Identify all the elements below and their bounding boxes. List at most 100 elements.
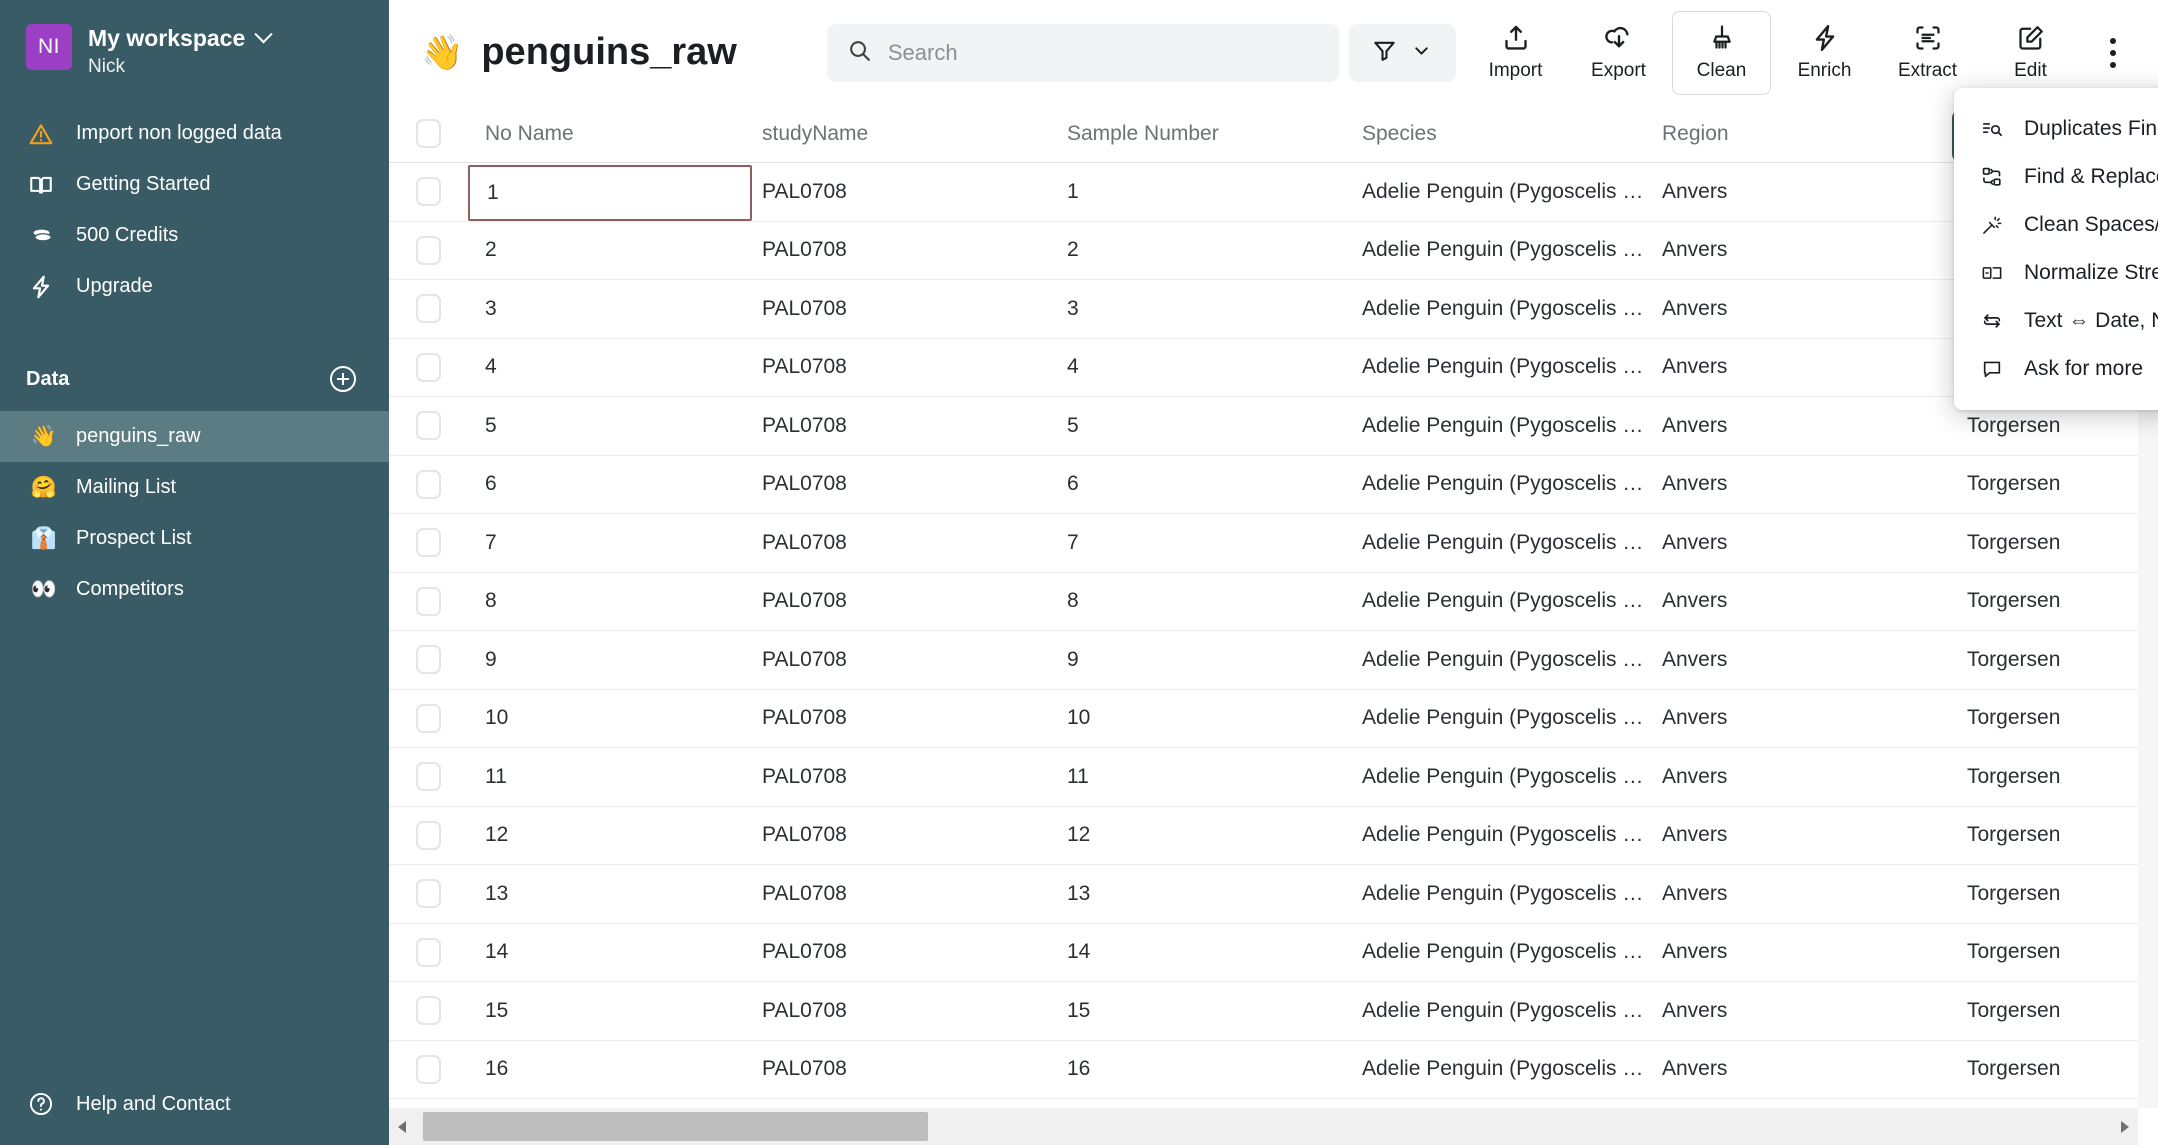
cell-no-name[interactable]: 4 [467,355,762,379]
cell-species[interactable]: Adelie Penguin (Pygoscelis … [1362,1057,1662,1081]
cell-sample-number[interactable]: 5 [1067,414,1362,438]
more-options-button[interactable] [2090,18,2136,88]
cell-sample-number[interactable]: 11 [1067,765,1362,789]
row-checkbox[interactable] [415,411,441,441]
menu-item-duplicates-finder[interactable]: Duplicates Finder [1954,105,2158,153]
cell-sample-number[interactable]: 12 [1067,823,1362,847]
horizontal-scrollbar[interactable] [389,1108,2138,1145]
cell-studyname[interactable]: PAL0708 [762,355,1067,379]
column-header-studyname[interactable]: studyName [762,122,1067,146]
cell-species[interactable]: Adelie Penguin (Pygoscelis … [1362,648,1662,672]
cell-region[interactable]: Anvers [1662,531,1967,555]
cell-sample-number[interactable]: 4 [1067,355,1362,379]
sidebar-item-credits[interactable]: 500 Credits [0,210,389,261]
cell-no-name[interactable]: 12 [467,823,762,847]
cell-island[interactable]: Torgersen [1967,589,2158,613]
cell-island[interactable]: Torgersen [1967,531,2158,555]
table-row[interactable]: 16 PAL0708 16 Adelie Penguin (Pygoscelis … A… [389,1041,2158,1099]
row-checkbox[interactable] [415,235,441,265]
table-row[interactable]: 4 PAL0708 4 Adelie Penguin (Pygoscelis … Anv… [389,339,2158,397]
extract-button[interactable]: Extract [1878,11,1977,95]
cell-region[interactable]: Anvers [1662,999,1967,1023]
selected-cell[interactable]: 1 [468,164,752,221]
cell-sample-number[interactable]: 3 [1067,297,1362,321]
import-button[interactable]: Import [1466,11,1565,95]
cell-species[interactable]: Adelie Penguin (Pygoscelis … [1362,940,1662,964]
sidebar-item-import-non-logged-data[interactable]: Import non logged data [0,108,389,159]
row-checkbox[interactable] [415,820,441,850]
cell-region[interactable]: Anvers [1662,765,1967,789]
workspace-switcher[interactable]: NI My workspace Nick [0,0,389,78]
cell-species[interactable]: Adelie Penguin (Pygoscelis … [1362,531,1662,555]
table-row[interactable]: 11 PAL0708 11 Adelie Penguin (Pygoscelis … A… [389,748,2158,807]
cell-studyname[interactable]: PAL0708 [762,999,1067,1023]
cell-region[interactable]: Anvers [1662,472,1967,496]
table-row[interactable]: 14 PAL0708 14 Adelie Penguin (Pygoscelis … A… [389,924,2158,982]
cell-island[interactable]: Torgersen [1967,823,2158,847]
cell-region[interactable]: Anvers [1662,414,1967,438]
plus-circle-icon[interactable] [330,366,356,393]
cell-island[interactable]: Torgersen [1967,414,2158,438]
row-checkbox[interactable] [415,703,441,733]
cell-sample-number[interactable]: 16 [1067,1057,1362,1081]
cell-sample-number[interactable]: 10 [1067,706,1362,730]
cell-species[interactable]: Adelie Penguin (Pygoscelis … [1362,414,1662,438]
cell-species[interactable]: Adelie Penguin (Pygoscelis … [1362,355,1662,379]
cell-region[interactable]: Anvers [1662,648,1967,672]
row-checkbox[interactable] [415,586,441,616]
cell-species[interactable]: Adelie Penguin (Pygoscelis … [1362,297,1662,321]
row-checkbox[interactable] [415,469,441,499]
cell-sample-number[interactable]: 7 [1067,531,1362,555]
cell-species[interactable]: Adelie Penguin (Pygoscelis … [1362,765,1662,789]
cell-studyname[interactable]: PAL0708 [762,823,1067,847]
sidebar-item-upgrade[interactable]: Upgrade [0,261,389,312]
cell-region[interactable]: Anvers [1662,297,1967,321]
cell-region[interactable]: Anvers [1662,882,1967,906]
cell-studyname[interactable]: PAL0708 [762,414,1067,438]
chevron-down-icon[interactable] [254,24,273,44]
sidebar-item-getting-started[interactable]: Getting Started [0,159,389,210]
search-box[interactable] [826,23,1339,82]
menu-item-clean-spaces-symbols-html[interactable]: Clean Spaces/Symbols/HTML [1954,201,2158,249]
cell-no-name[interactable]: 13 [467,882,762,906]
scroll-left-arrow-icon[interactable] [389,1120,415,1133]
export-button[interactable]: Export [1569,11,1668,95]
menu-item-ask-for-more[interactable]: Ask for more [1954,345,2158,393]
edit-button[interactable]: Edit [1981,11,2080,95]
table-row[interactable]: 1 PAL0708 1 Adelie Penguin (Pygoscelis … Anv… [389,163,2158,222]
cell-island[interactable]: Torgersen [1967,648,2158,672]
cell-studyname[interactable]: PAL0708 [762,297,1067,321]
menu-item-text-convert[interactable]: Text ⇔ Date, Number, Chec... [1954,297,2158,345]
table-row[interactable]: 12 PAL0708 12 Adelie Penguin (Pygoscelis … A… [389,807,2158,865]
row-checkbox[interactable] [415,352,441,382]
cell-region[interactable]: Anvers [1662,823,1967,847]
cell-no-name[interactable]: 14 [467,940,762,964]
cell-species[interactable]: Adelie Penguin (Pygoscelis … [1362,999,1662,1023]
cell-no-name[interactable]: 15 [467,999,762,1023]
cell-region[interactable]: Anvers [1662,180,1967,204]
cell-no-name[interactable]: 7 [467,531,762,555]
cell-species[interactable]: Adelie Penguin (Pygoscelis … [1362,882,1662,906]
cell-studyname[interactable]: PAL0708 [762,472,1067,496]
table-row[interactable]: 13 PAL0708 13 Adelie Penguin (Pygoscelis … A… [389,865,2158,924]
cell-species[interactable]: Adelie Penguin (Pygoscelis … [1362,180,1662,204]
row-checkbox[interactable] [415,645,441,675]
column-header-sample-number[interactable]: Sample Number [1067,122,1362,146]
cell-studyname[interactable]: PAL0708 [762,882,1067,906]
table-row[interactable]: 2 PAL0708 2 Adelie Penguin (Pygoscelis … Anv… [389,222,2158,280]
table-row[interactable]: 6 PAL0708 6 Adelie Penguin (Pygoscelis … Anv… [389,456,2158,514]
cell-island[interactable]: Torgersen [1967,1057,2158,1081]
cell-no-name[interactable]: 5 [467,414,762,438]
table-row[interactable]: 7 PAL0708 7 Adelie Penguin (Pygoscelis … Anv… [389,514,2158,573]
cell-region[interactable]: Anvers [1662,238,1967,262]
cell-studyname[interactable]: PAL0708 [762,1057,1067,1081]
cell-studyname[interactable]: PAL0708 [762,706,1067,730]
cell-studyname[interactable]: PAL0708 [762,531,1067,555]
cell-sample-number[interactable]: 2 [1067,238,1362,262]
table-row[interactable]: 8 PAL0708 8 Adelie Penguin (Pygoscelis … Anv… [389,573,2158,631]
cell-island[interactable]: Torgersen [1967,472,2158,496]
row-checkbox[interactable] [415,762,441,792]
cell-island[interactable]: Torgersen [1967,999,2158,1023]
cell-region[interactable]: Anvers [1662,589,1967,613]
cell-studyname[interactable]: PAL0708 [762,238,1067,262]
